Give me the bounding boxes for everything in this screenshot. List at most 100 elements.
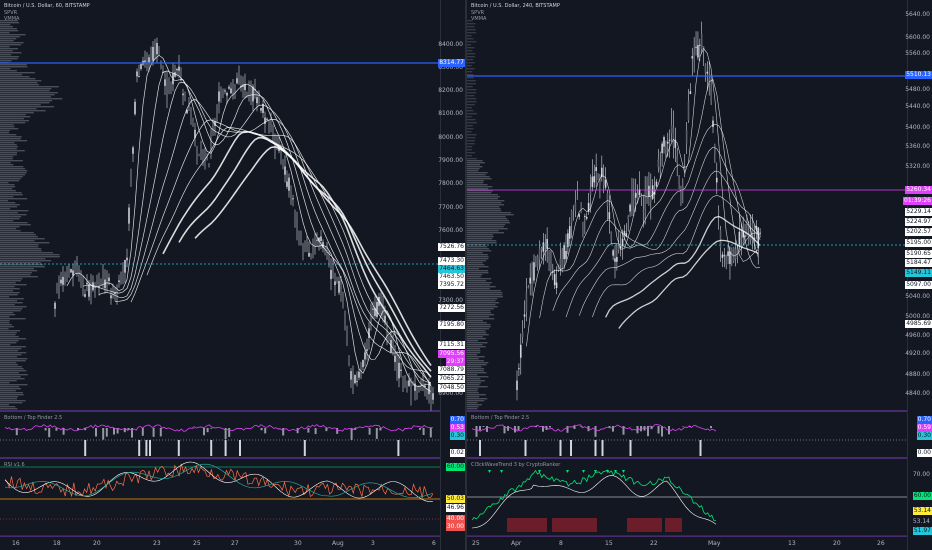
left-volume-profile-bar	[0, 104, 41, 106]
left-candle-body	[130, 173, 132, 184]
right-wt-signal-marker	[538, 470, 541, 473]
right-volume-profile-bar	[467, 95, 475, 97]
right-ind1-bar	[710, 426, 712, 429]
left-candle-body	[80, 276, 82, 286]
left-ind1-title[interactable]: Bottom / Top Finder 2.5	[4, 415, 62, 421]
left-volume-profile-bar	[0, 202, 16, 204]
right-ind2-title[interactable]: Cl3ckWaveTrend 3 by CryptoRanker	[471, 462, 560, 468]
right-wt-line	[471, 469, 716, 522]
left-candle-body	[160, 64, 162, 70]
left-time-label: 3	[371, 540, 375, 547]
left-ind1-bar	[152, 428, 155, 437]
left-candle-body	[68, 267, 70, 273]
left-chart-canvas[interactable]	[0, 0, 465, 550]
left-volume-profile-bar	[0, 320, 10, 322]
right-price-scale[interactable]: 5640.00 5600.00 5560.00 5480.00 5440.00 5400.…	[903, 0, 932, 550]
left-price-scale[interactable]: 8400.00 8300.00 8200.00 8100.00 8000.00 7900.…	[438, 0, 465, 550]
left-price-label: 8314.77	[438, 59, 465, 67]
right-volume-profile-bar	[467, 252, 483, 254]
left-candle-body	[132, 147, 134, 154]
left-indicator-vmma[interactable]: VMMA	[4, 16, 19, 22]
right-volume-profile-bar	[467, 101, 477, 103]
left-ind2-title[interactable]: RSI v1.6	[4, 462, 25, 468]
left-ind1-bar	[55, 428, 58, 431]
left-volume-profile-bar	[0, 300, 18, 302]
left-volume-profile-bar	[0, 158, 13, 160]
left-volume-profile-bar	[0, 212, 18, 214]
left-candle-body	[146, 60, 148, 67]
left-candle-body	[276, 136, 278, 144]
left-candle-body	[356, 381, 358, 383]
right-volume-profile-bar	[467, 134, 477, 136]
left-volume-profile-bar	[0, 84, 39, 86]
right-volume-profile-bar	[467, 68, 475, 70]
left-candle-body	[224, 90, 226, 92]
right-price-label: 5190.65	[905, 250, 932, 258]
right-price-label: 5202.57	[905, 228, 932, 236]
right-volume-profile-bar	[467, 258, 489, 260]
left-volume-profile-bar	[0, 334, 16, 336]
left-volume-profile-bar	[0, 238, 45, 240]
left-candle-body	[96, 281, 98, 286]
right-candle-body	[612, 250, 614, 256]
left-chart-pane[interactable]: Bitcoin / U.S. Dollar, 60, BITSTAMP SPVR…	[0, 0, 465, 550]
left-volume-profile-bar	[0, 162, 11, 164]
right-wt-signal-marker	[488, 470, 491, 473]
right-volume-profile-bar	[467, 346, 486, 348]
left-volume-profile-bar	[0, 42, 24, 44]
right-candle-body	[715, 177, 718, 183]
right-volume-profile-bar	[467, 65, 472, 67]
right-candle-body	[721, 254, 724, 258]
left-candle-body	[138, 76, 140, 78]
right-volume-profile-bar	[467, 202, 502, 204]
left-time-axis[interactable]: 16 18 20 23 25 27 30 Aug 3 6	[0, 535, 441, 550]
right-price-tick: 4880.00	[905, 371, 930, 378]
right-chart-pane[interactable]: Bitcoin / U.S. Dollar, 240, BITSTAMP SPV…	[467, 0, 932, 550]
left-candle-body	[336, 279, 338, 283]
right-volume-profile-bar	[467, 360, 484, 362]
left-ind1-signal-bar	[239, 440, 241, 456]
right-volume-profile-bar	[467, 77, 474, 79]
left-ind1-bar	[159, 428, 162, 437]
right-volume-profile-bar	[467, 212, 512, 214]
left-candle-body	[158, 49, 160, 56]
right-ind1-title[interactable]: Bottom / Top Finder 2.5	[471, 415, 529, 421]
left-volume-profile-bar	[0, 398, 17, 400]
left-ind2-price-label: 30.00	[445, 523, 465, 531]
right-wt-signal-marker	[500, 470, 503, 473]
left-volume-profile-bar	[0, 230, 21, 232]
left-candle-body	[286, 181, 288, 187]
right-candle-body	[699, 44, 701, 46]
right-candle-body	[593, 176, 596, 183]
left-candle-body	[58, 281, 60, 299]
right-volume-profile-bar	[467, 107, 472, 109]
right-ind1-bar	[643, 426, 646, 431]
right-time-axis[interactable]: 25 Apr 8 15 22 May 13 20 26	[467, 535, 908, 550]
left-candle-body	[54, 302, 56, 309]
right-indicator-vmma[interactable]: VMMA	[471, 16, 486, 22]
right-symbol-title[interactable]: Bitcoin / U.S. Dollar, 240, BITSTAMP	[471, 3, 560, 9]
left-candle-body	[290, 192, 292, 202]
left-candle-body	[302, 247, 304, 251]
left-volume-profile-bar	[0, 232, 34, 234]
right-volume-profile-bar	[467, 404, 482, 406]
left-volume-profile-bar	[0, 354, 22, 356]
left-volume-profile-bar	[0, 72, 35, 74]
right-price-tick: 5560.00	[905, 50, 930, 57]
left-symbol-title[interactable]: Bitcoin / U.S. Dollar, 60, BITSTAMP	[4, 3, 90, 9]
left-volume-profile-bar	[0, 200, 9, 202]
right-volume-profile-bar	[467, 286, 496, 288]
left-volume-profile-bar	[0, 208, 11, 210]
left-candle-body	[100, 282, 102, 285]
right-candle-body	[659, 166, 662, 170]
right-volume-profile-bar	[467, 296, 503, 298]
left-ind1-signal-bar	[210, 440, 213, 456]
left-ind1-bar	[264, 428, 267, 434]
right-volume-profile-bar	[467, 92, 477, 94]
left-volume-profile-bar	[0, 108, 37, 110]
right-price-tick: 5480.00	[905, 86, 930, 93]
left-candle-body	[268, 122, 270, 127]
right-volume-profile-bar	[467, 328, 490, 330]
left-volume-profile-bar	[0, 152, 18, 154]
left-price-tick: 7800.00	[438, 180, 463, 187]
